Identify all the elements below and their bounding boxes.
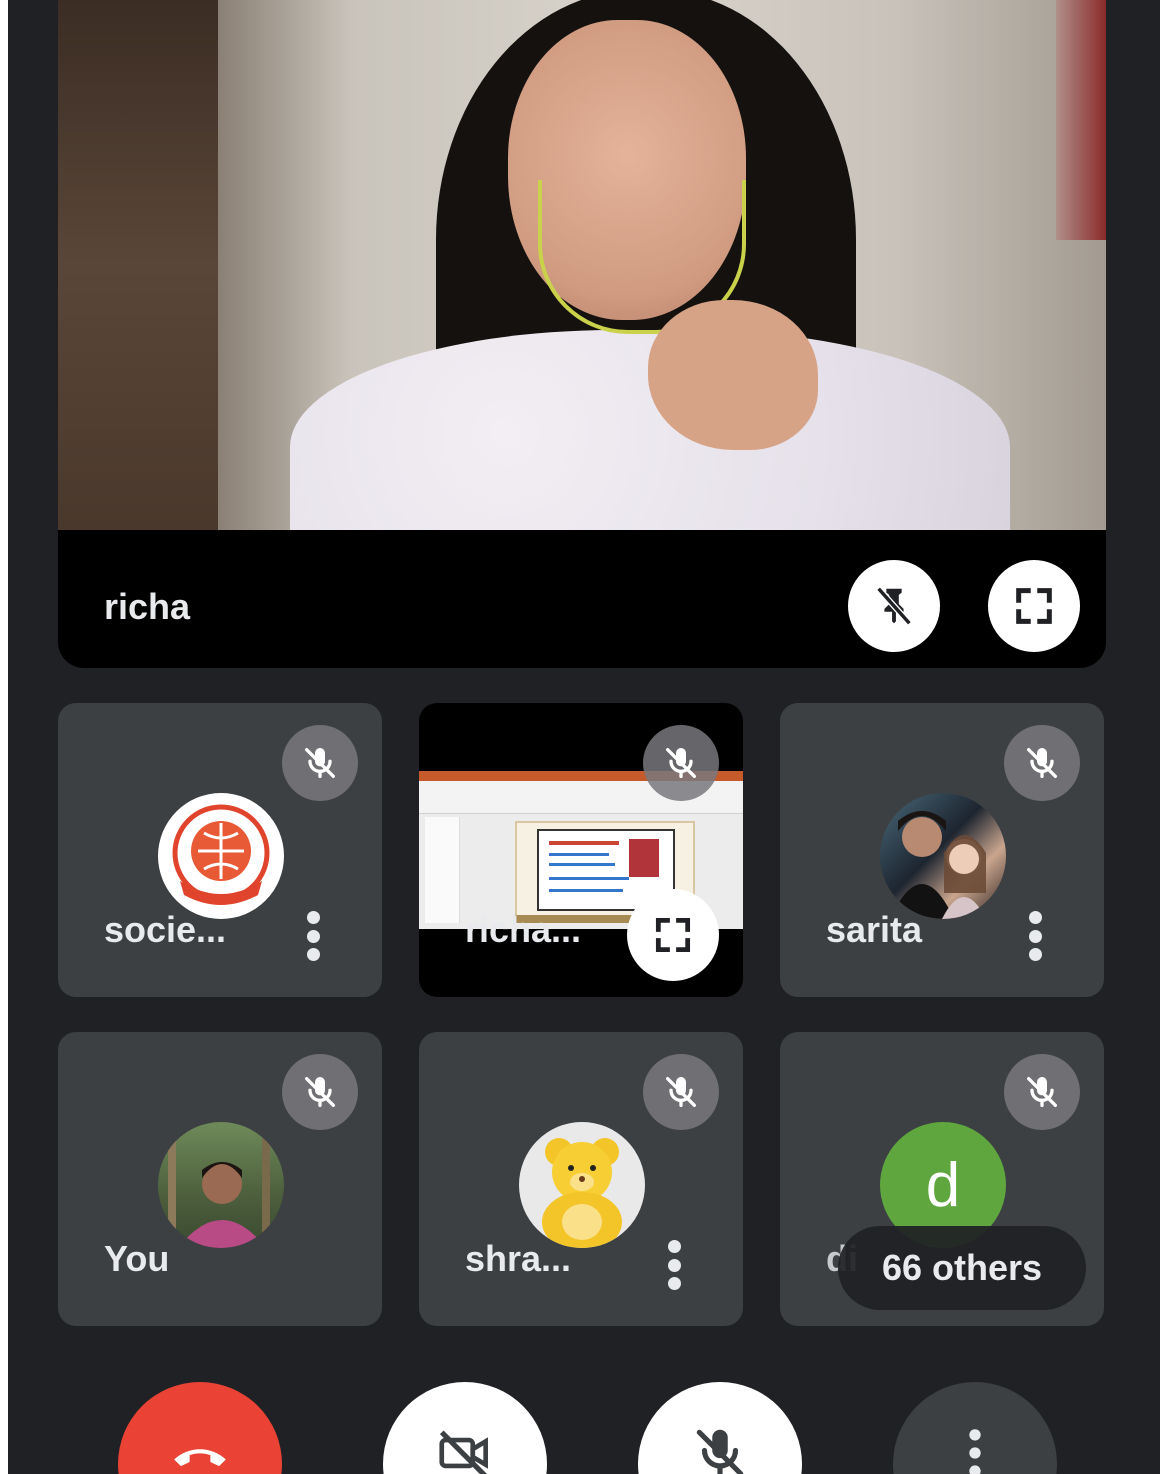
mic-off-icon [666, 1077, 696, 1107]
pinned-participant-name: richa [104, 586, 191, 627]
more-options-button[interactable] [893, 1382, 1057, 1474]
participant-more-options-button[interactable] [298, 911, 328, 961]
society-logo-icon [172, 804, 270, 905]
participant-name: You [104, 1238, 170, 1279]
fullscreen-button[interactable] [988, 560, 1080, 652]
pinned-participant-tile[interactable]: richa [58, 0, 1106, 668]
toggle-microphone-button[interactable] [638, 1382, 802, 1474]
unpin-button[interactable] [848, 560, 940, 652]
participant-tile[interactable]: sarita [780, 703, 1104, 997]
couple-photo-icon [890, 811, 986, 919]
participant-name: richa... [465, 909, 582, 950]
mic-off-icon [305, 1077, 335, 1107]
mic-off-icon [696, 1429, 744, 1474]
avatar [519, 1122, 645, 1248]
avatar [158, 793, 284, 919]
participant-name: sarita [826, 909, 923, 950]
mic-off-icon [666, 748, 696, 778]
fullscreen-icon [655, 917, 691, 953]
meet-call-screen: richa socie... richa... sarita You shra.… [8, 0, 1160, 1474]
phone-hangup-icon [174, 1449, 226, 1467]
participant-tile[interactable]: shra... [419, 1032, 743, 1326]
fullscreen-icon [1016, 588, 1052, 624]
participant-video-feed [58, 0, 1106, 530]
muted-badge [1004, 1054, 1080, 1130]
participant-tile[interactable]: You [58, 1032, 382, 1326]
muted-badge [643, 725, 719, 801]
others-count-button[interactable]: 66 others [838, 1226, 1086, 1310]
participant-more-options-button[interactable] [659, 1240, 689, 1290]
participant-name: shra... [465, 1238, 572, 1279]
muted-badge [643, 1054, 719, 1130]
mic-off-icon [1027, 748, 1057, 778]
teddy-bear-icon [542, 1138, 622, 1248]
person-photo-icon [168, 1122, 270, 1248]
end-call-button[interactable] [118, 1382, 282, 1474]
presentation-tile[interactable]: richa... [419, 703, 743, 997]
avatar [158, 1122, 284, 1248]
avatar [880, 793, 1006, 919]
toggle-camera-button[interactable] [383, 1382, 547, 1474]
mic-off-icon [305, 748, 335, 778]
muted-badge [1004, 725, 1080, 801]
mic-off-icon [1027, 1077, 1057, 1107]
participant-name: socie... [104, 909, 227, 950]
camera-off-icon [439, 1430, 488, 1474]
participant-tile[interactable]: socie... [58, 703, 382, 997]
participant-more-options-button[interactable] [1020, 911, 1050, 961]
more-vert-icon [969, 1429, 981, 1474]
muted-badge [282, 725, 358, 801]
fullscreen-button[interactable] [627, 889, 719, 981]
pin-off-icon [876, 586, 912, 626]
muted-badge [282, 1054, 358, 1130]
